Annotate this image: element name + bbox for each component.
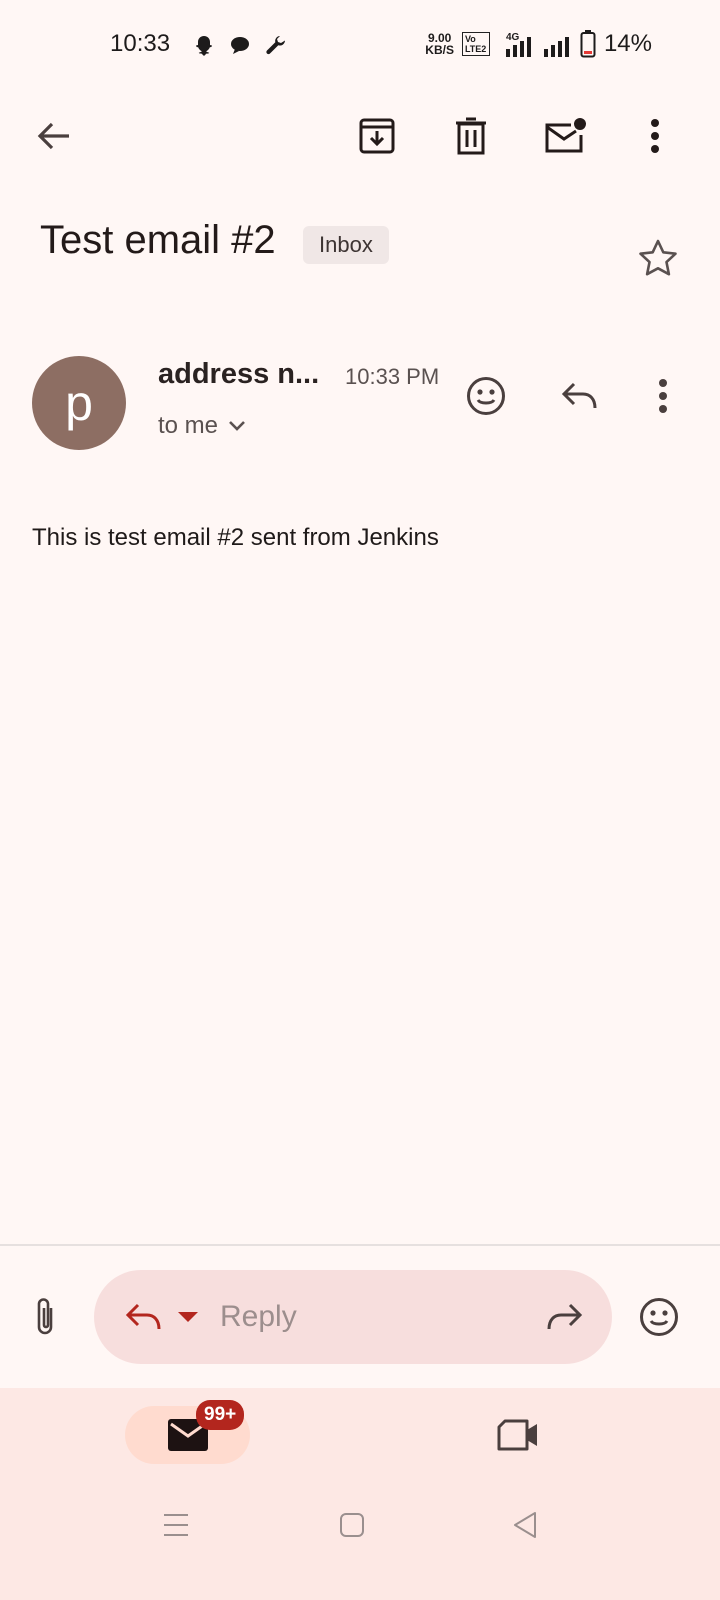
more-vert-icon xyxy=(651,119,659,153)
triangle-back-icon xyxy=(514,1512,536,1538)
recents-nav-button[interactable] xyxy=(148,1497,204,1553)
forward-button[interactable] xyxy=(536,1289,592,1345)
mark-unread-button[interactable] xyxy=(537,108,593,164)
reply-icon xyxy=(125,1303,161,1330)
wrench-icon xyxy=(266,36,285,55)
paperclip-icon xyxy=(37,1298,53,1335)
back-nav-button[interactable] xyxy=(497,1497,553,1553)
volte-indicator: Vo LTE2 xyxy=(461,32,490,56)
delete-button[interactable] xyxy=(443,108,499,164)
emoji-icon xyxy=(640,1298,678,1336)
signal-4g-icon: 4G xyxy=(505,32,531,57)
battery-icon xyxy=(580,30,596,58)
signal-icon xyxy=(543,37,569,57)
home-nav-button[interactable] xyxy=(324,1497,380,1553)
reply-button[interactable] xyxy=(552,368,608,424)
battery-percent: 14% xyxy=(603,30,652,57)
more-vert-icon xyxy=(659,379,667,413)
divider xyxy=(0,1244,720,1246)
snapchat-icon xyxy=(196,36,212,56)
react-emoji-button[interactable] xyxy=(458,368,514,424)
message-more-button[interactable] xyxy=(635,368,691,424)
caret-down-icon xyxy=(178,1312,198,1322)
status-system-icons: 9.00 KB/S Vo LTE2 4G 14% xyxy=(425,30,652,58)
email-subject: Test email #2 xyxy=(40,218,276,262)
reply-icon xyxy=(561,382,597,409)
menu-lines-icon xyxy=(164,1514,188,1536)
archive-button[interactable] xyxy=(349,108,405,164)
back-button[interactable] xyxy=(26,108,82,164)
trash-icon xyxy=(456,117,486,155)
square-icon xyxy=(340,1513,364,1537)
email-time: 10:33 PM xyxy=(345,364,440,389)
star-button[interactable] xyxy=(630,230,686,286)
reply-placeholder[interactable]: Reply xyxy=(220,1300,297,1334)
recipient-details-toggle[interactable]: to me xyxy=(158,412,246,440)
video-camera-icon xyxy=(497,1419,537,1451)
email-body: This is test email #2 sent from Jenkins xyxy=(32,524,439,551)
status-notification-icons xyxy=(192,34,288,58)
inbox-label-chip[interactable]: Inbox xyxy=(303,226,389,264)
sender-avatar[interactable]: p xyxy=(32,356,126,450)
emoji-icon xyxy=(467,377,505,415)
star-icon xyxy=(639,239,677,276)
mark-unread-icon xyxy=(545,118,586,153)
meet-tab[interactable] xyxy=(490,1407,546,1463)
svg-text:4G: 4G xyxy=(506,32,520,43)
chevron-down-icon xyxy=(229,421,245,431)
back-arrow-icon xyxy=(37,122,69,150)
sender-name[interactable]: address n... xyxy=(158,358,319,391)
more-options-button[interactable] xyxy=(627,108,683,164)
status-time: 10:33 xyxy=(110,30,171,57)
mail-unread-badge: 99+ xyxy=(196,1400,245,1430)
to-line: to me xyxy=(158,412,219,439)
bottom-navigation xyxy=(0,1388,720,1600)
chat-bubble-icon xyxy=(231,37,249,54)
network-speed: 9.00 KB/S xyxy=(425,31,454,57)
archive-icon xyxy=(359,118,395,154)
reply-type-selector[interactable] xyxy=(112,1289,212,1345)
emoji-button[interactable] xyxy=(631,1289,687,1345)
attach-button[interactable] xyxy=(17,1289,73,1345)
forward-icon xyxy=(547,1303,583,1330)
